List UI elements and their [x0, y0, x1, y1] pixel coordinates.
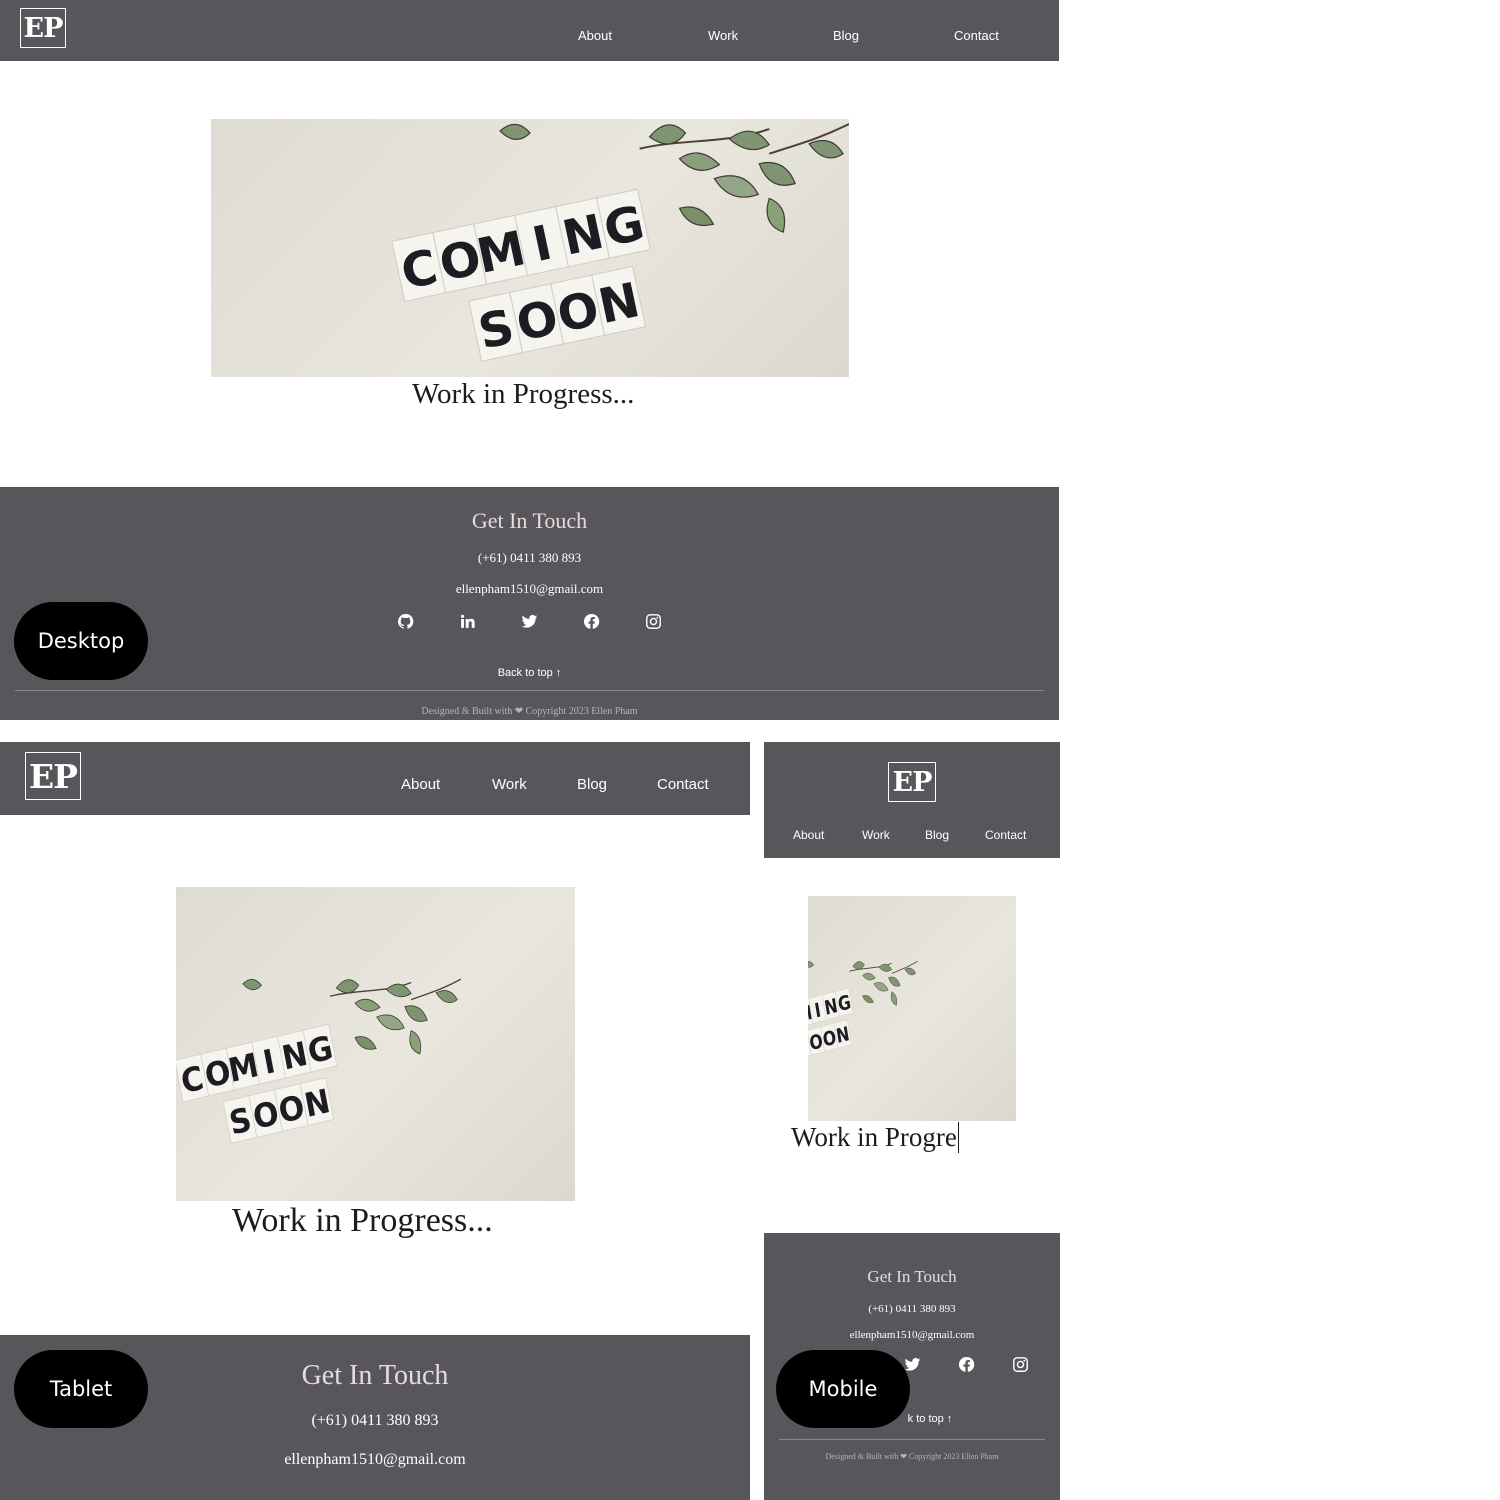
nav-link-blog[interactable]: Blog: [925, 828, 949, 842]
nav-link-work[interactable]: Work: [492, 776, 527, 793]
nav-link-contact[interactable]: Contact: [657, 776, 709, 793]
logo[interactable]: EP: [20, 8, 66, 48]
footer-phone: (+61) 0411 380 893: [868, 1303, 956, 1315]
nav-link-blog[interactable]: Blog: [577, 776, 607, 793]
nav-link-about[interactable]: About: [793, 828, 824, 842]
work-in-progress-heading: Work in Progress...: [232, 1202, 493, 1239]
instagram-icon[interactable]: [1010, 1354, 1030, 1374]
header-nav: EP About Work Blog Contact: [0, 0, 1059, 61]
nav-link-about[interactable]: About: [401, 776, 440, 793]
logo[interactable]: EP: [25, 752, 81, 800]
back-to-top-link[interactable]: Back to top ↑: [0, 667, 1059, 679]
linkedin-icon[interactable]: [458, 611, 478, 631]
nav-link-contact[interactable]: Contact: [954, 28, 999, 43]
footer-email[interactable]: ellenpham1510@gmail.com: [0, 581, 1059, 597]
social-links: [0, 611, 1059, 631]
header-nav: EP About Work Blog Contact: [764, 742, 1060, 858]
nav-link-work[interactable]: Work: [862, 828, 890, 842]
desktop-preview: EP About Work Blog Contact Work in Progr…: [0, 0, 1059, 720]
facebook-icon[interactable]: [582, 611, 602, 631]
footer-title: Get In Touch: [471, 508, 588, 533]
footer-phone: (+61) 0411 380 893: [477, 550, 582, 565]
tablet-label: Tablet: [14, 1350, 148, 1428]
facebook-icon[interactable]: [956, 1354, 976, 1374]
github-icon[interactable]: [396, 611, 416, 631]
mobile-label: Mobile: [776, 1350, 910, 1428]
work-in-progress-heading: Work in Progre: [791, 1122, 959, 1153]
footer-email[interactable]: ellenpham1510@gmail.com: [764, 1329, 1060, 1341]
nav-link-blog[interactable]: Blog: [833, 28, 859, 43]
footer-credits: Designed & Built with ❤ Copyright 2023 E…: [825, 1452, 999, 1461]
desktop-label: Desktop: [14, 602, 148, 680]
nav-link-contact[interactable]: Contact: [985, 828, 1026, 842]
footer-email[interactable]: ellenpham1510@gmail.com: [0, 1451, 750, 1469]
nav-link-about[interactable]: About: [578, 28, 612, 43]
header-nav: EP About Work Blog Contact: [0, 742, 750, 815]
twitter-icon[interactable]: [520, 611, 540, 631]
footer: Get In Touch (+61) 0411 380 893 ellenpha…: [0, 487, 1059, 720]
work-in-progress-heading: Work in Progress...: [412, 378, 635, 410]
footer-credits: Designed & Built with ❤ Copyright 2023 E…: [421, 706, 638, 717]
nav-link-work[interactable]: Work: [708, 28, 738, 43]
coming-soon-image: [176, 887, 575, 1201]
logo[interactable]: EP: [888, 762, 936, 802]
coming-soon-image: [211, 119, 849, 377]
footer-divider: [15, 690, 1044, 691]
footer-title: Get In Touch: [867, 1267, 957, 1286]
coming-soon-image: [808, 896, 1016, 1121]
footer-divider: [779, 1439, 1045, 1440]
instagram-icon[interactable]: [644, 611, 664, 631]
